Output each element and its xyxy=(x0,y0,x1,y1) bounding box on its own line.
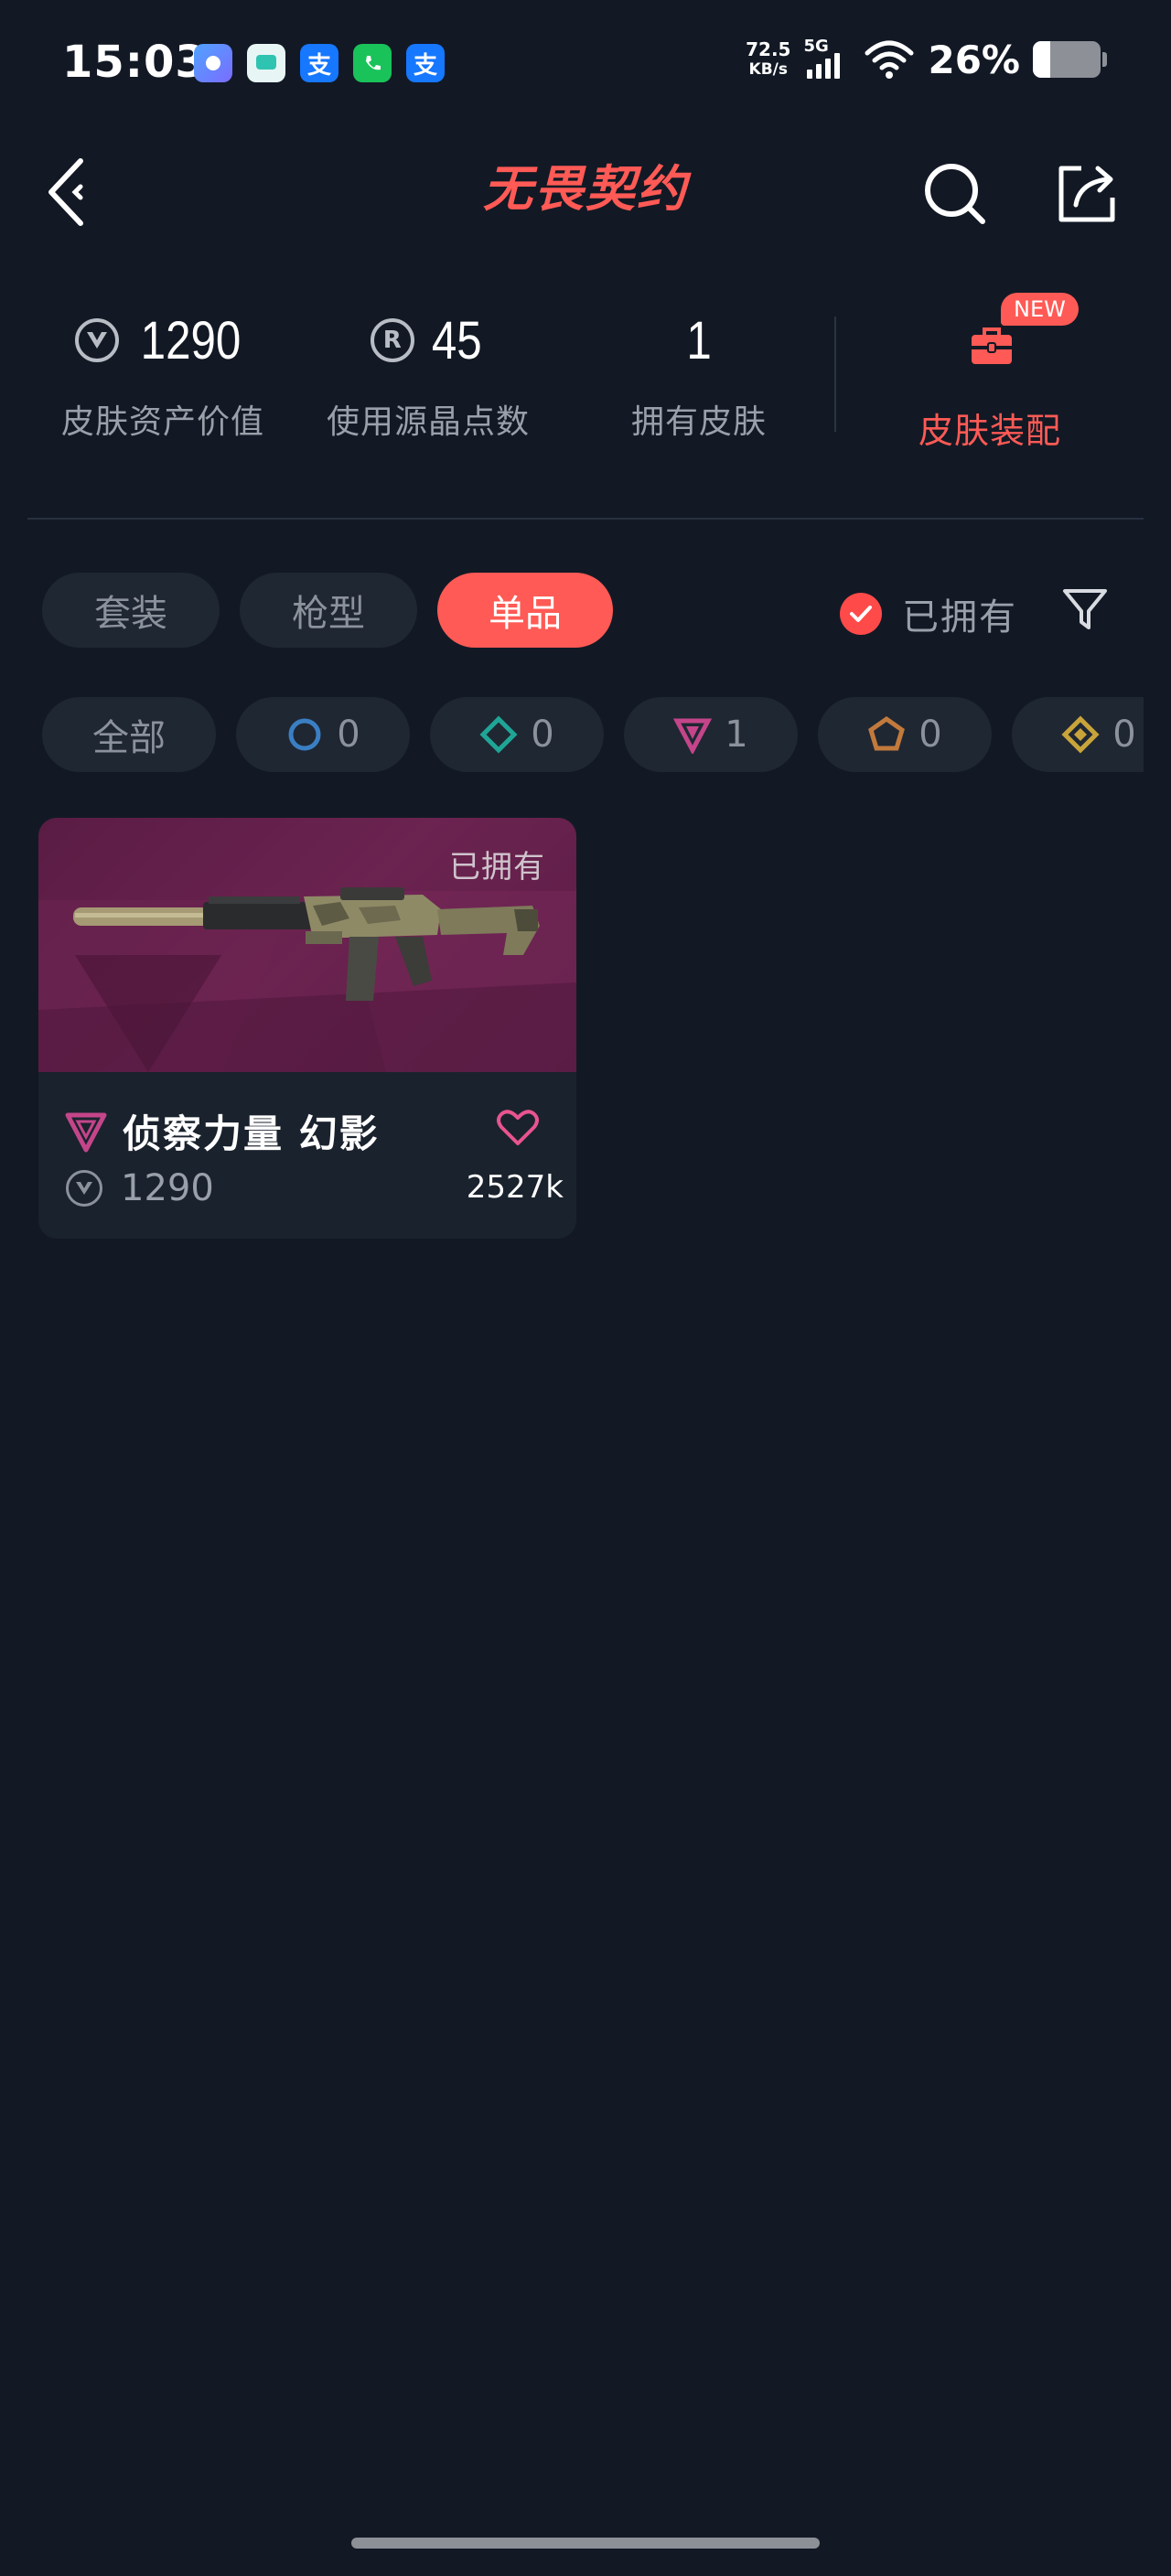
alipay-icon: 支 xyxy=(406,44,445,82)
owned-filter-label: 已拥有 xyxy=(902,596,1017,639)
skin-equip-label[interactable]: 皮肤装配 xyxy=(908,402,1072,453)
net-speed: 72.5 KB/s xyxy=(746,38,791,79)
chip-select-tier[interactable]: 0 xyxy=(236,697,410,772)
skin-card[interactable]: 已拥有 侦察力量 幻影 1290 2527k xyxy=(38,818,576,1239)
ultra-tier-icon xyxy=(868,715,906,751)
vp-icon xyxy=(66,1170,102,1207)
owned-badge: 已拥有 xyxy=(449,849,545,886)
owned-filter-toggle[interactable]: 已拥有 xyxy=(840,587,1017,640)
msg-app-icon xyxy=(247,44,285,82)
premium-tier-icon xyxy=(673,718,713,754)
search-button[interactable] xyxy=(922,161,988,227)
chip-premium-tier[interactable]: 1 xyxy=(624,697,798,772)
tab-single-items[interactable]: 单品 xyxy=(437,573,613,648)
back-arrow-icon xyxy=(48,158,83,226)
favorite-heart-icon[interactable] xyxy=(496,1107,540,1147)
skin-price: 1290 xyxy=(121,1167,214,1209)
notification-icons: 支 支 xyxy=(194,44,445,82)
phone-app-icon xyxy=(353,44,392,82)
skin-image: 已拥有 xyxy=(38,818,576,1072)
chip-exclusive-tier[interactable]: 0 xyxy=(1012,697,1144,772)
video-app-icon xyxy=(194,44,232,82)
search-icon xyxy=(925,164,985,224)
like-count: 2527k xyxy=(466,1169,564,1206)
app-title-logo: 无畏契约 xyxy=(483,160,688,218)
home-indicator[interactable] xyxy=(351,2538,820,2549)
stat-value: 1 xyxy=(686,310,712,370)
tab-sets[interactable]: 套装 xyxy=(42,573,220,648)
stat-radianite-used: R 45 使用源晶点数 xyxy=(311,304,545,443)
stat-owned-skins: 1 拥有皮肤 xyxy=(598,304,800,443)
vp-icon xyxy=(75,318,120,362)
alipay-icon: 支 xyxy=(300,44,338,82)
stat-label: 使用源晶点数 xyxy=(326,403,530,441)
stat-value: 45 xyxy=(431,310,482,370)
skin-name: 侦察力量 幻影 xyxy=(123,1111,380,1156)
new-badge: NEW xyxy=(1001,293,1079,326)
checkbox-checked-icon[interactable] xyxy=(840,593,882,635)
signal-icon: 5G xyxy=(803,37,851,82)
filter-icon[interactable] xyxy=(1061,585,1109,633)
battery-icon xyxy=(1033,41,1101,78)
status-bar: 15:03 支 支 72.5 KB/s 5G 26% xyxy=(0,0,1171,128)
chip-all[interactable]: 全部 xyxy=(42,697,216,772)
status-right: 72.5 KB/s 5G 26% xyxy=(746,37,1107,82)
tab-weapon-types[interactable]: 枪型 xyxy=(240,573,417,648)
stat-label: 拥有皮肤 xyxy=(630,403,767,441)
share-button[interactable] xyxy=(1054,161,1120,227)
stat-value: 1290 xyxy=(141,310,242,370)
battery-percent: 26% xyxy=(928,37,1020,82)
select-tier-icon xyxy=(288,718,321,751)
chip-deluxe-tier[interactable]: 0 xyxy=(430,697,604,772)
toolbox-icon xyxy=(972,327,1012,364)
radianite-icon: R xyxy=(370,318,414,362)
rarity-filter-row: 全部 0 0 1 0 0 xyxy=(0,686,1144,787)
premium-tier-icon xyxy=(65,1112,107,1152)
back-button[interactable] xyxy=(40,156,104,229)
share-icon xyxy=(1058,166,1115,222)
divider xyxy=(27,518,1144,520)
wifi-icon xyxy=(865,40,914,79)
stat-label: 皮肤资产价值 xyxy=(60,403,264,441)
stats-divider xyxy=(834,317,836,432)
status-time: 15:03 xyxy=(62,37,207,88)
deluxe-tier-icon xyxy=(479,715,518,754)
chip-ultra-tier[interactable]: 0 xyxy=(818,697,992,772)
exclusive-tier-icon xyxy=(1061,715,1100,754)
stat-skin-value: 1290 皮肤资产价值 xyxy=(46,304,280,443)
